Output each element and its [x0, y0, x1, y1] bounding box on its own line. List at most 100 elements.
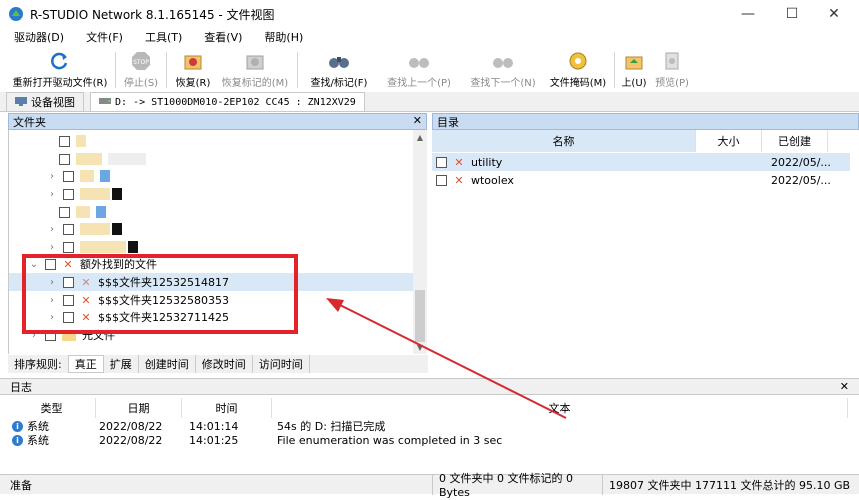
info-icon: i — [12, 434, 23, 446]
sort-extension[interactable]: 扩展 — [104, 355, 139, 373]
folder-icon — [80, 188, 110, 200]
log-pane-header: 日志 ✕ — [0, 378, 859, 395]
recover-marked-icon — [244, 50, 266, 72]
recover-button[interactable]: 恢复(R) — [170, 48, 216, 92]
sort-real[interactable]: 真正 — [67, 355, 104, 373]
redacted-label — [108, 153, 146, 165]
close-folder-pane-button[interactable]: ✕ — [413, 114, 422, 127]
up-button[interactable]: 上(U) — [618, 48, 650, 92]
tree-row[interactable] — [9, 150, 414, 168]
log-column-date[interactable]: 日期 — [96, 398, 182, 418]
log-column-type[interactable]: 类型 — [8, 398, 96, 418]
menu-bar: 驱动器(D) 文件(F) 工具(T) 查看(V) 帮助(H) — [0, 28, 859, 46]
tree-checkbox[interactable] — [63, 223, 74, 235]
file-checkbox[interactable] — [436, 174, 447, 186]
redacted-label — [96, 206, 106, 218]
file-checkbox[interactable] — [436, 156, 447, 168]
log-row[interactable]: i 系统 2022/08/22 14:01:14 54s 的 D: 扫描已完成 — [8, 419, 859, 433]
log-column-headers: 类型 日期 时间 文本 — [8, 398, 859, 418]
tab-device-view[interactable]: 设备视图 — [6, 92, 84, 111]
find-prev-icon — [408, 50, 430, 72]
recover-icon — [182, 50, 204, 72]
log-column-time[interactable]: 时间 — [182, 398, 272, 418]
file-row[interactable]: ✕ wtoolex 2022/05/... — [432, 171, 850, 189]
menu-drive[interactable]: 驱动器(D) — [0, 29, 72, 45]
redacted-label — [100, 170, 110, 182]
status-total: 19807 文件夹中 177111 文件总计的 95.10 GB — [602, 474, 859, 495]
folder-icon — [80, 241, 126, 253]
binoculars-icon — [328, 50, 350, 72]
column-size[interactable]: 大小 — [696, 130, 762, 152]
file-mask-button[interactable]: 文件掩码(M) — [545, 48, 611, 92]
folder-icon — [76, 206, 90, 218]
tree-checkbox[interactable] — [59, 153, 70, 165]
menu-view[interactable]: 查看(V) — [190, 29, 250, 45]
folder-pane-header: 文件夹 ✕ — [8, 113, 427, 130]
preview-button[interactable]: 预览(P) — [650, 48, 694, 92]
menu-help[interactable]: 帮助(H) — [250, 29, 311, 45]
tree-checkbox[interactable] — [63, 188, 74, 200]
directory-pane-header: 目录 — [432, 113, 859, 130]
find-mark-button[interactable]: 查找/标记(F) — [301, 48, 377, 92]
folder-icon — [80, 170, 94, 182]
sort-modified-time[interactable]: 修改时间 — [196, 355, 253, 373]
file-mask-icon — [567, 50, 589, 72]
window-title: R-STUDIO Network 8.1.165145 - 文件视图 — [30, 7, 275, 22]
toolbar-separator — [166, 52, 167, 88]
tree-row[interactable] — [9, 203, 414, 221]
find-previous-button[interactable]: 查找上一个(P) — [377, 48, 461, 92]
tree-checkbox[interactable] — [63, 241, 74, 253]
file-row[interactable]: ✕ utility 2022/05/... — [432, 153, 850, 171]
scrollbar-thumb[interactable] — [415, 290, 425, 342]
sort-bar: 排序规则: 真正 扩展 创建时间 修改时间 访问时间 — [8, 355, 428, 373]
tree-row[interactable]: › — [9, 185, 414, 203]
close-log-pane-button[interactable]: ✕ — [840, 380, 849, 393]
sort-accessed-time[interactable]: 访问时间 — [253, 355, 310, 373]
column-name[interactable]: 名称 — [432, 130, 696, 152]
tab-drive-file-view[interactable]: D: -> ST1000DM010-2EP102 CC45 : ZN12XV29 — [90, 92, 365, 111]
find-next-icon — [492, 50, 514, 72]
folder-icon — [76, 135, 86, 147]
tree-checkbox[interactable] — [63, 170, 74, 182]
title-bar: R-STUDIO Network 8.1.165145 - 文件视图 — ☐ ✕ — [0, 0, 859, 28]
tree-row[interactable]: › — [9, 167, 414, 185]
tree-checkbox[interactable] — [59, 135, 70, 147]
expand-icon[interactable]: › — [47, 242, 57, 253]
reopen-drive-files-button[interactable]: 重新打开驱动文件(R) — [8, 48, 112, 92]
toolbar: 重新打开驱动文件(R) STOP 停止(S) 恢复(R) 恢复标记的(M) 查找… — [0, 48, 859, 92]
find-next-button[interactable]: 查找下一个(N) — [461, 48, 545, 92]
expand-icon[interactable]: › — [47, 224, 57, 235]
log-row[interactable]: i 系统 2022/08/22 14:01:25 File enumeratio… — [8, 433, 859, 447]
column-created[interactable]: 已创建 — [762, 130, 828, 152]
folder-up-icon — [623, 50, 645, 72]
tree-row[interactable] — [9, 132, 414, 150]
tree-row[interactable]: › — [9, 220, 414, 238]
refresh-icon — [49, 50, 71, 72]
info-icon: i — [12, 420, 23, 432]
expand-icon[interactable]: › — [47, 171, 57, 182]
svg-text:STOP: STOP — [133, 59, 149, 66]
menu-file[interactable]: 文件(F) — [72, 29, 131, 45]
deleted-folder-icon: ✕ — [454, 173, 464, 187]
drive-icon — [99, 96, 111, 109]
toolbar-separator — [115, 52, 116, 88]
close-window-button[interactable]: ✕ — [811, 0, 857, 28]
minimize-button[interactable]: — — [725, 0, 771, 28]
preview-icon — [661, 50, 683, 72]
recover-marked-button[interactable]: 恢复标记的(M) — [216, 48, 294, 92]
expand-icon[interactable]: › — [47, 189, 57, 200]
maximize-button[interactable]: ☐ — [769, 0, 815, 28]
scroll-down-icon[interactable]: ▼ — [413, 340, 427, 354]
view-tabs: 设备视图 D: -> ST1000DM010-2EP102 CC45 : ZN1… — [0, 92, 859, 112]
tree-checkbox[interactable] — [59, 206, 70, 218]
status-marked: 0 文件夹中 0 文件标记的 0 Bytes — [432, 472, 602, 499]
folder-tree-scrollbar[interactable]: ▲ ▼ — [413, 130, 427, 354]
sort-created-time[interactable]: 创建时间 — [139, 355, 196, 373]
menu-tools[interactable]: 工具(T) — [131, 29, 190, 45]
device-icon — [15, 96, 27, 109]
redacted-label — [128, 241, 138, 253]
log-column-text[interactable]: 文本 — [272, 398, 848, 418]
stop-button[interactable]: STOP 停止(S) — [119, 48, 163, 92]
status-bar: 准备 0 文件夹中 0 文件标记的 0 Bytes 19807 文件夹中 177… — [0, 472, 859, 499]
scroll-up-icon[interactable]: ▲ — [413, 130, 427, 144]
